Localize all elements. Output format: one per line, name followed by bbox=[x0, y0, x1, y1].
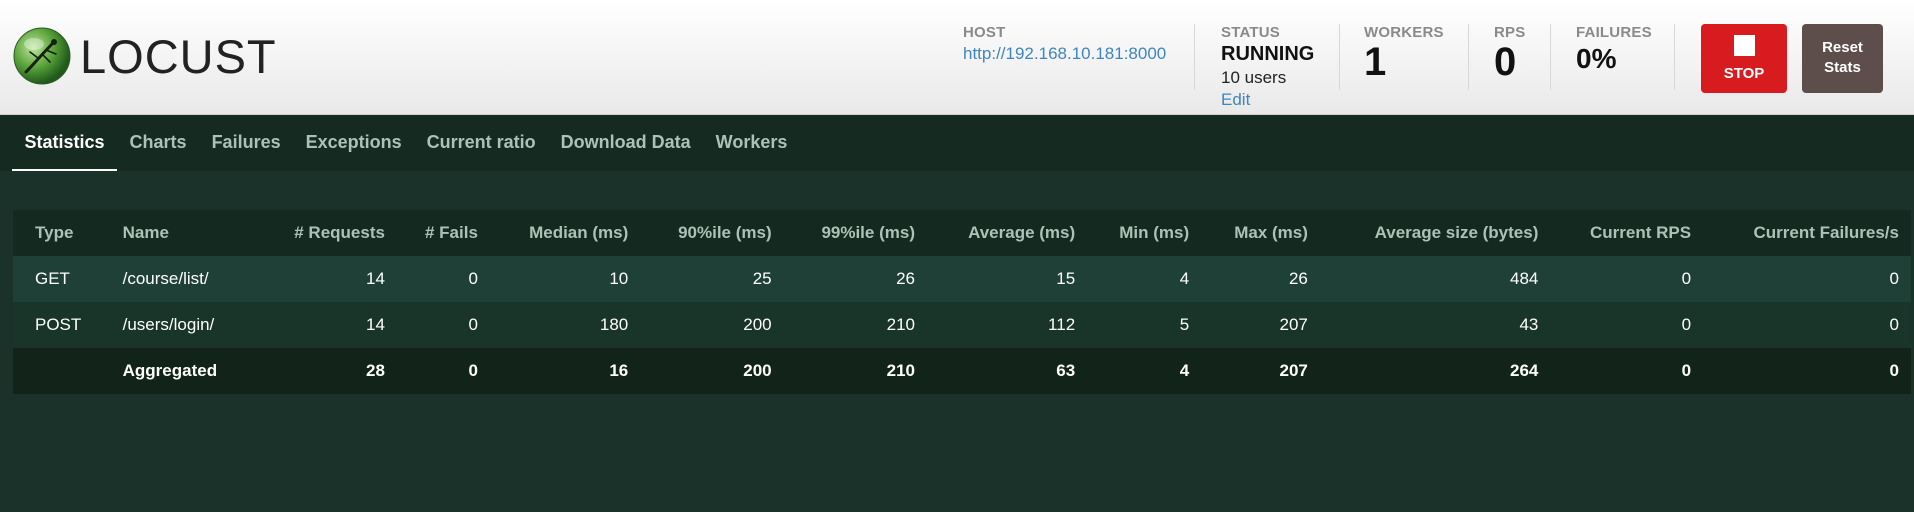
cell-current-rps: 0 bbox=[1681, 269, 1692, 288]
tab-failures[interactable]: Failures bbox=[199, 115, 293, 171]
divider bbox=[1674, 24, 1675, 90]
cell-current-rps: 0 bbox=[1681, 315, 1692, 334]
reset-label-line1: Reset bbox=[1822, 39, 1863, 56]
header-current-rps[interactable]: Current RPS bbox=[1550, 210, 1703, 256]
cell-min: 4 bbox=[1179, 269, 1190, 288]
host-label: HOST bbox=[963, 24, 1006, 41]
tab-exceptions[interactable]: Exceptions bbox=[293, 115, 414, 171]
workers-value: 1 bbox=[1364, 40, 1387, 84]
stop-icon bbox=[1733, 35, 1755, 56]
cell-average: 15 bbox=[1056, 269, 1076, 288]
cell-current-failures: 0 bbox=[1889, 361, 1899, 380]
tab-download-data[interactable]: Download Data bbox=[548, 115, 703, 171]
cell-max: 207 bbox=[1279, 361, 1308, 380]
rps-label: RPS bbox=[1494, 24, 1526, 41]
cell-type: POST bbox=[35, 315, 82, 334]
tab-statistics[interactable]: Statistics bbox=[12, 115, 118, 171]
cell-min: 5 bbox=[1179, 315, 1190, 334]
cell-99ile: 210 bbox=[886, 361, 915, 380]
statistics-table: Type Name # Requests # Fails Median (ms)… bbox=[13, 210, 1911, 394]
header-max[interactable]: Max (ms) bbox=[1201, 210, 1320, 256]
cell-requests: 14 bbox=[366, 315, 385, 334]
tab-bar: Statistics Charts Failures Exceptions Cu… bbox=[0, 115, 1914, 171]
status-value: RUNNING bbox=[1221, 43, 1315, 65]
aggregated-row: Aggregated 28 0 16 200 210 63 4 207 264 … bbox=[13, 348, 1911, 394]
header-fails[interactable]: # Fails bbox=[397, 210, 490, 256]
cell-average: 112 bbox=[1048, 315, 1076, 334]
cell-current-failures: 0 bbox=[1889, 315, 1899, 334]
status-stat: STATUS RUNNING 10 users Edit bbox=[1221, 24, 1314, 110]
divider bbox=[1339, 24, 1340, 90]
divider bbox=[1468, 24, 1469, 90]
workers-stat: WORKERS 1 bbox=[1364, 24, 1444, 83]
failures-label: FAILURES bbox=[1576, 24, 1652, 41]
cell-min: 4 bbox=[1179, 361, 1190, 380]
rps-value: 0 bbox=[1494, 40, 1517, 84]
cell-max: 207 bbox=[1279, 315, 1308, 334]
cell-name: /course/list/ bbox=[122, 269, 209, 288]
header: LOCUST HOST http://192.168.10.181:8000 S… bbox=[0, 0, 1914, 115]
locust-logo[interactable]: LOCUST bbox=[12, 26, 277, 86]
failures-stat: FAILURES 0% bbox=[1576, 24, 1652, 75]
tab-workers[interactable]: Workers bbox=[703, 115, 800, 171]
tab-current-ratio[interactable]: Current ratio bbox=[414, 115, 548, 171]
cell-median: 16 bbox=[609, 361, 629, 380]
header-average[interactable]: Average (ms) bbox=[927, 210, 1087, 256]
cell-avg-size: 43 bbox=[1519, 315, 1539, 334]
cell-max: 26 bbox=[1288, 269, 1308, 288]
cell-avg-size: 484 bbox=[1510, 269, 1539, 288]
cell-name: Aggregated bbox=[122, 361, 218, 380]
table-row: POST /users/login/ 14 0 180 200 210 112 … bbox=[13, 302, 1911, 348]
header-99ile[interactable]: 99%ile (ms) bbox=[784, 210, 927, 256]
header-min[interactable]: Min (ms) bbox=[1087, 210, 1201, 256]
rps-stat: RPS 0 bbox=[1494, 24, 1525, 83]
table-header-row: Type Name # Requests # Fails Median (ms)… bbox=[13, 210, 1911, 256]
cell-90ile: 200 bbox=[743, 315, 772, 334]
header-90ile[interactable]: 90%ile (ms) bbox=[640, 210, 783, 256]
cell-average: 63 bbox=[1056, 361, 1076, 380]
table-row: GET /course/list/ 14 0 10 25 26 15 4 26 … bbox=[13, 256, 1911, 302]
host-stat: HOST http://192.168.10.181:8000 bbox=[963, 24, 1173, 64]
cell-90ile: 25 bbox=[752, 269, 772, 288]
cell-current-failures: 0 bbox=[1889, 269, 1899, 288]
cell-requests: 14 bbox=[366, 269, 385, 288]
host-link[interactable]: http://192.168.10.181:8000 bbox=[963, 43, 1173, 64]
divider bbox=[1194, 24, 1195, 90]
reset-label-line2: Stats bbox=[1824, 59, 1861, 76]
cell-requests: 28 bbox=[366, 361, 385, 380]
locust-logo-icon bbox=[13, 27, 71, 85]
tab-charts[interactable]: Charts bbox=[117, 115, 199, 171]
header-median[interactable]: Median (ms) bbox=[490, 210, 640, 256]
header-current-failures[interactable]: Current Failures/s bbox=[1703, 210, 1911, 256]
header-name[interactable]: Name bbox=[113, 210, 258, 256]
cell-type: GET bbox=[35, 269, 70, 288]
cell-99ile: 210 bbox=[886, 315, 915, 334]
stop-label: STOP bbox=[1723, 65, 1765, 82]
statistics-table-container: Type Name # Requests # Fails Median (ms)… bbox=[13, 210, 1911, 394]
divider bbox=[1550, 24, 1551, 90]
workers-label: WORKERS bbox=[1364, 24, 1444, 41]
stop-button[interactable]: STOP bbox=[1701, 24, 1787, 93]
logo-text: LOCUST bbox=[80, 29, 277, 83]
cell-median: 180 bbox=[599, 315, 629, 334]
failures-value: 0% bbox=[1576, 43, 1617, 74]
cell-type bbox=[13, 348, 113, 394]
cell-name: /users/login/ bbox=[122, 315, 215, 334]
status-label: STATUS bbox=[1221, 24, 1280, 41]
cell-fails: 0 bbox=[468, 361, 478, 380]
cell-fails: 0 bbox=[468, 269, 478, 288]
edit-link[interactable]: Edit bbox=[1221, 90, 1314, 110]
cell-current-rps: 0 bbox=[1681, 361, 1692, 380]
cell-99ile: 26 bbox=[896, 269, 915, 288]
header-requests[interactable]: # Requests bbox=[257, 210, 397, 256]
cell-90ile: 200 bbox=[743, 361, 772, 380]
header-avg-size[interactable]: Average size (bytes) bbox=[1320, 210, 1551, 256]
cell-fails: 0 bbox=[468, 315, 478, 334]
status-users: 10 users bbox=[1221, 68, 1287, 87]
reset-stats-button[interactable]: Reset Stats bbox=[1802, 24, 1883, 93]
cell-median: 10 bbox=[609, 269, 629, 288]
header-type[interactable]: Type bbox=[13, 210, 113, 256]
cell-avg-size: 264 bbox=[1510, 361, 1539, 380]
